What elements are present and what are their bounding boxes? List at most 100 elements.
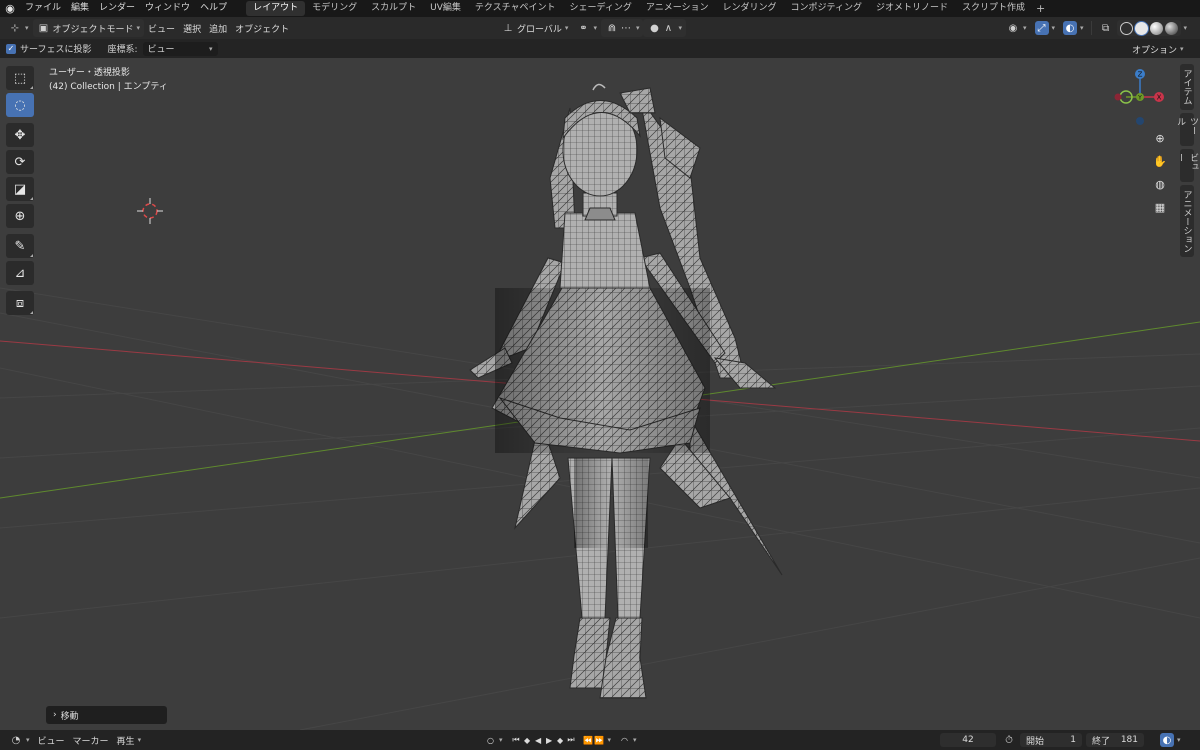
tab-texture-paint[interactable]: テクスチャペイント <box>468 1 563 16</box>
sync-icon[interactable]: ◠ <box>619 733 630 747</box>
next-marker-icon[interactable]: ⏩ <box>594 733 605 747</box>
chevron-down-icon: ▾ <box>499 736 503 744</box>
orientation-icon: ⊥ <box>503 22 513 34</box>
chevron-down-icon: ▾ <box>678 24 682 32</box>
start-frame-label: 開始 <box>1026 736 1045 747</box>
chevron-down-icon: ▾ <box>593 24 597 32</box>
tool-settings-bar: ✓ サーフェスに投影 座標系: ビュー ▾ オプション ▾ <box>0 39 1200 58</box>
xray-icon: ⧉ <box>1101 22 1110 34</box>
timeline-menu-marker[interactable]: マーカー <box>69 731 113 749</box>
proportional-edit-icon: ● <box>650 22 659 34</box>
tab-layout[interactable]: レイアウト <box>246 1 306 16</box>
pan-button[interactable]: ✋ <box>1150 151 1170 171</box>
chevron-down-icon[interactable]: ▾ <box>1184 24 1188 32</box>
3d-viewport[interactable]: ユーザー・透視投影 (42) Collection | エンプティ ⬚ ◌ ✥ … <box>0 58 1200 730</box>
navigation-gizmo[interactable]: Z X Y <box>1110 66 1170 130</box>
timeline-editor-type-button[interactable]: ◔ ▾ <box>5 731 34 749</box>
playback-select[interactable]: 再生 ▾ <box>113 731 146 749</box>
xray-toggle[interactable]: ⧉ <box>1095 19 1117 37</box>
auto-keying-icon[interactable]: ○ <box>485 733 496 747</box>
tab-rendering[interactable]: レンダリング <box>716 1 784 16</box>
tab-scripting[interactable]: スクリプト作成 <box>955 1 1032 16</box>
zoom-icon: ⊕ <box>1155 131 1165 145</box>
sidebar-tab-view[interactable]: ビュー <box>1175 149 1198 182</box>
chevron-down-icon: ▾ <box>1177 736 1181 744</box>
menu-add[interactable]: 追加 <box>205 19 231 37</box>
move-tool[interactable]: ✥ <box>6 123 34 147</box>
snap-toggle[interactable]: ⋒ ⋯ ▾ <box>600 19 644 37</box>
menu-object[interactable]: オブジェクト <box>231 19 293 37</box>
tab-geometry-nodes[interactable]: ジオメトリノード <box>869 1 955 16</box>
wireframe-shading-icon[interactable] <box>1119 21 1133 35</box>
options-button[interactable]: オプション ▾ <box>1128 40 1188 58</box>
proportional-edit-toggle[interactable]: ● ∧ ▾ <box>643 19 686 37</box>
tab-modeling[interactable]: モデリング <box>305 1 364 16</box>
measure-tool[interactable]: ⊿ <box>6 261 34 285</box>
rotate-tool[interactable]: ⟳ <box>6 150 34 174</box>
play-reverse-icon[interactable]: ◀ <box>533 733 544 747</box>
menu-render[interactable]: レンダー <box>94 0 140 17</box>
rendered-shading-icon[interactable] <box>1164 21 1178 35</box>
menu-view[interactable]: ビュー <box>144 19 179 37</box>
jump-start-icon[interactable]: ⏮ <box>511 733 522 747</box>
end-frame-field[interactable]: 終了 181 <box>1086 733 1144 747</box>
workspace-tabs: レイアウト モデリング スカルプト UV編集 テクスチャペイント シェーディング… <box>246 0 1049 17</box>
menu-help[interactable]: ヘルプ <box>195 0 232 17</box>
menu-edit[interactable]: 編集 <box>66 0 94 17</box>
tab-shading[interactable]: シェーディング <box>563 1 639 16</box>
editor-type-button[interactable]: ⊹ ▾ <box>4 19 33 37</box>
solid-shading-icon[interactable] <box>1134 21 1148 35</box>
add-cube-tool[interactable]: ⧈ <box>6 291 34 315</box>
annotate-tool[interactable]: ✎ <box>6 234 34 258</box>
move-icon: ✥ <box>14 127 26 143</box>
sidebar-tabs: アイテム ツール ビュー アニメーション <box>1175 64 1198 260</box>
add-workspace-button[interactable]: + <box>1032 2 1049 15</box>
material-shading-icon[interactable] <box>1149 21 1163 35</box>
next-keyframe-icon[interactable]: ◆ <box>555 733 566 747</box>
project-onto-surface-checkbox[interactable]: ✓ <box>6 43 16 54</box>
character-mesh[interactable] <box>469 83 783 699</box>
transform-tool[interactable]: ⊕ <box>6 204 34 228</box>
coordinate-system-select[interactable]: ビュー ▾ <box>142 41 218 56</box>
viewport-toolbar: ⬚ ◌ ✥ ⟳ ◪ ⊕ ✎ ⊿ ⧈ <box>6 66 36 318</box>
cursor-icon: ◌ <box>14 97 26 113</box>
chevron-down-icon: ▾ <box>209 44 213 53</box>
prev-keyframe-icon[interactable]: ◆ <box>522 733 533 747</box>
overlay-icon: ◐ <box>1160 733 1174 747</box>
tab-uv-editing[interactable]: UV編集 <box>423 1 468 16</box>
pencil-icon: ✎ <box>14 238 26 254</box>
jump-end-icon[interactable]: ⏭ <box>566 733 577 747</box>
prev-marker-icon[interactable]: ⏪ <box>583 733 594 747</box>
sidebar-tab-tool[interactable]: ツール <box>1175 113 1198 146</box>
3d-cursor-icon[interactable] <box>137 198 163 224</box>
tab-animation[interactable]: アニメーション <box>639 1 716 16</box>
last-operator-panel[interactable]: › 移動 <box>46 706 167 724</box>
play-icon[interactable]: ▶ <box>544 733 555 747</box>
transform-orientation-select[interactable]: ⊥ グローバル ▾ <box>497 19 572 37</box>
sidebar-tab-animation[interactable]: アニメーション <box>1180 185 1194 257</box>
sidebar-tab-item[interactable]: アイテム <box>1180 64 1194 110</box>
mode-select[interactable]: ▣ オブジェクトモード ▾ <box>32 19 145 37</box>
perspective-toggle-button[interactable]: ▦ <box>1150 197 1170 217</box>
tab-sculpting[interactable]: スカルプト <box>364 1 423 16</box>
visibility-select[interactable]: ◉ ▾ <box>1002 19 1031 37</box>
camera-view-button[interactable]: ◍ <box>1150 174 1170 194</box>
menu-window[interactable]: ウィンドウ <box>140 0 195 17</box>
pivot-point-select[interactable]: ⚭ ▾ <box>572 19 601 37</box>
select-box-tool[interactable]: ⬚ <box>6 66 34 90</box>
stopwatch-icon[interactable]: ⏱ <box>1002 733 1016 747</box>
overlays-toggle[interactable]: ◐ ▾ <box>1059 19 1088 37</box>
cursor-tool[interactable]: ◌ <box>6 93 34 117</box>
blender-logo-icon[interactable]: ◉ <box>0 0 20 17</box>
timeline-overlay-toggle[interactable]: ◐ ▾ <box>1156 731 1185 749</box>
zoom-button[interactable]: ⊕ <box>1150 128 1170 148</box>
start-frame-field[interactable]: 開始 1 <box>1020 733 1082 747</box>
scale-tool[interactable]: ◪ <box>6 177 34 201</box>
current-frame-field[interactable]: 42 <box>940 733 996 747</box>
menu-select[interactable]: 選択 <box>179 19 205 37</box>
gizmo-toggle[interactable]: ⤢ ▾ <box>1031 19 1060 37</box>
tab-compositing[interactable]: コンポジティング <box>784 1 869 16</box>
object-mode-icon: ▣ <box>38 22 49 34</box>
timeline-menu-view[interactable]: ビュー <box>34 731 69 749</box>
menu-file[interactable]: ファイル <box>20 0 66 17</box>
